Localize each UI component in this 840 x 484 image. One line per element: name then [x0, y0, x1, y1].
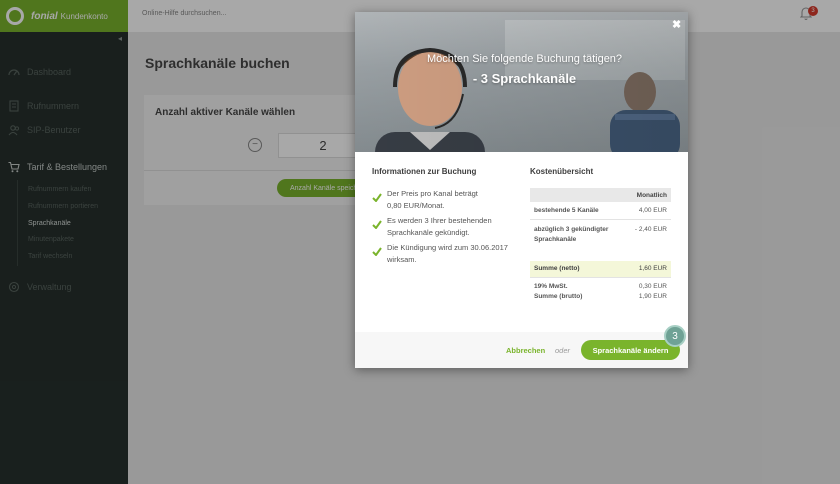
modal-question: Möchten Sie folgende Buchung tätigen? [426, 53, 623, 65]
checkmark-icon [372, 243, 382, 266]
cost-label: Summe (netto) [534, 265, 580, 272]
cancel-link[interactable]: Abbrechen [506, 346, 545, 355]
cost-title: Kostenübersicht [530, 167, 594, 176]
cost-value: 0,30 EUR [638, 282, 667, 290]
info-text-line: Es werden 3 Ihrer bestehenden [387, 216, 492, 225]
info-item: Die Kündigung wird zum 30.06.2017 wirksam… [372, 242, 508, 266]
cost-value: - 2,40 EUR [634, 226, 667, 233]
cost-row: bestehende 5 Kanäle 4,00 EUR [530, 202, 671, 219]
info-item: Der Preis pro Kanal beträgt 0,80 EUR/Mona… [372, 188, 478, 212]
cost-label: bestehende 5 Kanäle [534, 207, 599, 214]
cost-table: Monatlich bestehende 5 Kanäle 4,00 EUR a… [530, 188, 671, 302]
info-text-line: Sprachkanäle gekündigt. [387, 228, 470, 237]
cost-column-header: Monatlich [530, 188, 671, 202]
checkmark-icon [372, 216, 382, 239]
cost-value: 1,60 EUR [638, 265, 667, 272]
booking-modal: Möchten Sie folgende Buchung tätigen? - … [355, 12, 688, 368]
info-item: Es werden 3 Ihrer bestehenden Sprachkanäl… [372, 215, 492, 239]
info-text-line: Die Kündigung wird zum 30.06.2017 [387, 243, 508, 252]
cost-vat-row: 19% MwSt. 0,30 EUR [530, 278, 671, 292]
cost-value: 4,00 EUR [638, 207, 667, 214]
cost-net-row: Summe (netto) 1,60 EUR [530, 260, 671, 277]
info-text: Der Preis pro Kanal beträgt 0,80 EUR/Mona… [387, 188, 478, 212]
cost-label: Summe (brutto) [534, 292, 583, 300]
cost-value: 1,90 EUR [638, 292, 667, 300]
cost-label-line: abzüglich 3 gekündigter [534, 226, 609, 233]
info-text-line: Der Preis pro Kanal beträgt [387, 189, 478, 198]
checkmark-icon [372, 189, 382, 212]
cost-label: abzüglich 3 gekündigter Sprachkanäle [534, 225, 608, 245]
cost-row: abzüglich 3 gekündigter Sprachkanäle - 2,… [530, 220, 671, 261]
cost-label: 19% MwSt. [534, 282, 568, 290]
info-text-line: 0,80 EUR/Monat. [387, 201, 445, 210]
step-badge: 3 [664, 325, 686, 347]
modal-headline: - 3 Sprachkanäle [472, 71, 577, 86]
cost-label-line: Sprachkanäle [534, 235, 577, 243]
confirm-button[interactable]: Sprachkanäle ändern [581, 340, 680, 360]
or-text: oder [555, 346, 571, 355]
info-text: Die Kündigung wird zum 30.06.2017 wirksam… [387, 242, 508, 266]
info-text-line: wirksam. [387, 255, 417, 264]
cost-gross-row: Summe (brutto) 1,90 EUR [530, 292, 671, 302]
info-text: Es werden 3 Ihrer bestehenden Sprachkanäl… [387, 215, 492, 239]
info-title: Informationen zur Buchung [372, 167, 477, 176]
close-icon[interactable]: ✖ [672, 18, 681, 31]
